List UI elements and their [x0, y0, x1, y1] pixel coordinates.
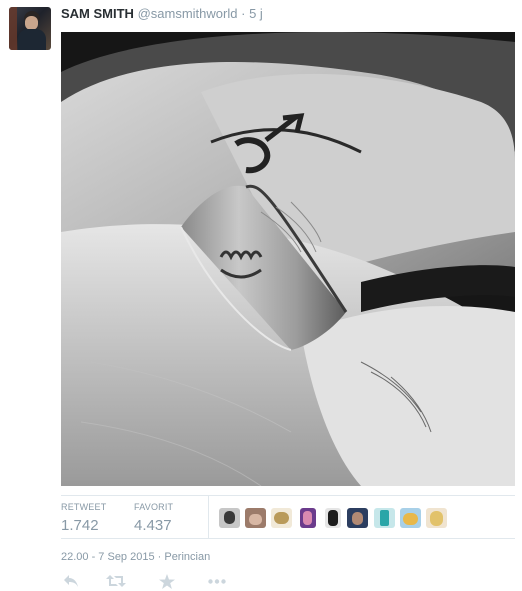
favoriter-avatar[interactable]	[374, 508, 395, 528]
tweet-time[interactable]: 5 j	[249, 6, 263, 21]
favoriter-avatar[interactable]	[325, 508, 341, 528]
more-button[interactable]	[206, 572, 228, 590]
favoriter-avatar[interactable]	[271, 508, 292, 528]
favoriter-avatar[interactable]	[400, 508, 421, 528]
favoriter-avatar[interactable]	[245, 508, 266, 528]
reply-button[interactable]	[61, 572, 81, 590]
retweet-count: 1.742	[61, 517, 99, 534]
favoriter-avatar[interactable]	[426, 508, 447, 528]
favorite-button[interactable]	[157, 572, 177, 590]
tweet: SAM SMITH @samsmithworld · 5 j RETWEET 1…	[0, 0, 522, 591]
favorite-stat[interactable]: FAVORIT 4.437	[134, 502, 173, 535]
reply-icon	[63, 574, 79, 588]
favoriter-avatar[interactable]	[300, 508, 316, 528]
tweet-header: SAM SMITH @samsmithworld · 5 j	[61, 6, 263, 22]
retweet-button[interactable]	[106, 572, 126, 590]
author-handle[interactable]: @samsmithworld	[138, 6, 238, 21]
favorite-label: FAVORIT	[134, 502, 174, 512]
stats-divider	[208, 496, 209, 538]
author-name[interactable]: SAM SMITH	[61, 6, 134, 21]
favoriter-avatar[interactable]	[219, 508, 240, 528]
favorite-star-icon	[159, 573, 175, 589]
retweet-label: RETWEET	[61, 502, 107, 512]
favorite-count: 4.437	[134, 517, 172, 534]
retweet-icon	[106, 574, 126, 588]
tweet-timestamp[interactable]: 22.00 - 7 Sep 2015 · Perincian	[61, 551, 210, 564]
more-icon	[208, 578, 226, 584]
tweet-stats: RETWEET 1.742 FAVORIT 4.437	[61, 495, 515, 539]
favoriter-avatar[interactable]	[347, 508, 368, 528]
header-separator: ·	[241, 6, 246, 21]
avatar[interactable]	[9, 7, 51, 50]
tweet-photo[interactable]	[61, 32, 515, 486]
retweet-stat[interactable]: RETWEET 1.742	[61, 502, 106, 535]
